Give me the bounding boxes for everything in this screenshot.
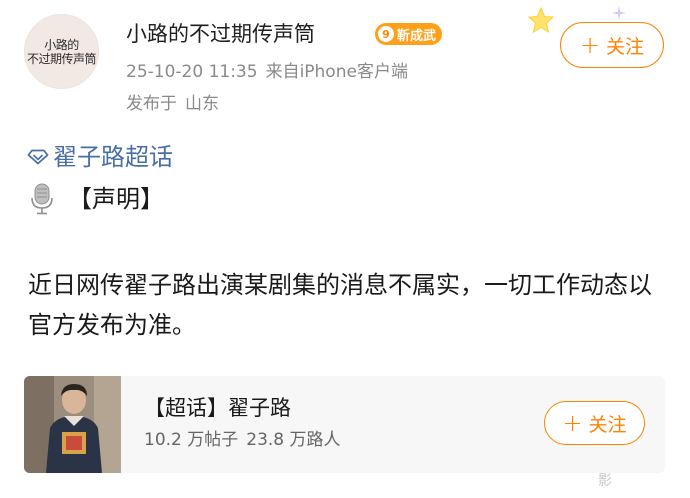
- follow-button[interactable]: + 关注: [560, 22, 664, 68]
- fan-count: 23.8 万路人: [246, 430, 341, 450]
- ip-location-line: 发布于 山东: [126, 92, 219, 116]
- statement-text: 【声明】: [68, 185, 164, 213]
- post-count: 10.2 万帖子: [144, 430, 239, 450]
- post-timestamp: 25-10-20 11:35: [126, 62, 258, 82]
- level-number: 9: [378, 26, 394, 42]
- star-decoration-icon: [527, 6, 555, 34]
- source-prefix: 来自: [265, 62, 300, 82]
- super-topic-follow-label: 关注: [588, 413, 627, 436]
- follow-button-label: 关注: [606, 35, 645, 58]
- plus-icon: +: [579, 31, 601, 59]
- post-meta: 25-10-20 11:35 来自iPhone客户端: [126, 60, 408, 84]
- username[interactable]: 小路的不过期传声筒: [126, 19, 315, 49]
- super-topic-card[interactable]: 【超话】翟子路 10.2 万帖子 23.8 万路人 + 关注: [24, 376, 665, 473]
- avatar[interactable]: 小路的 不过期传声筒: [24, 14, 99, 89]
- super-topic-stats: 10.2 万帖子 23.8 万路人: [144, 428, 341, 452]
- super-topic-follow-button[interactable]: + 关注: [544, 401, 645, 445]
- super-topic-label: 翟子路超话: [53, 143, 173, 171]
- ip-prefix: 发布于: [126, 94, 177, 114]
- plus-icon: +: [562, 409, 583, 437]
- statement-heading: 【声明】: [28, 182, 164, 216]
- super-topic-title: 【超话】翟子路: [144, 396, 291, 420]
- super-topic-cover-image: [24, 376, 121, 473]
- super-topic-link[interactable]: 翟子路超话: [27, 140, 173, 174]
- post-source: iPhone客户端: [299, 62, 408, 82]
- diamond-icon: [27, 149, 49, 165]
- ip-location: 山东: [185, 94, 219, 114]
- post-content: 近日网传翟子路出演某剧集的消息不属实，一切工作动态以官方发布为准。: [28, 271, 652, 339]
- watermark: 影: [598, 473, 612, 489]
- level-badge[interactable]: 9 靳成武: [375, 23, 443, 45]
- microphone-icon: [31, 183, 53, 215]
- avatar-text-line2: 不过期传声筒: [26, 51, 97, 66]
- avatar-text-line1: 小路的: [44, 37, 79, 52]
- level-label: 靳成武: [397, 28, 437, 44]
- sparkle-icon: [612, 6, 626, 20]
